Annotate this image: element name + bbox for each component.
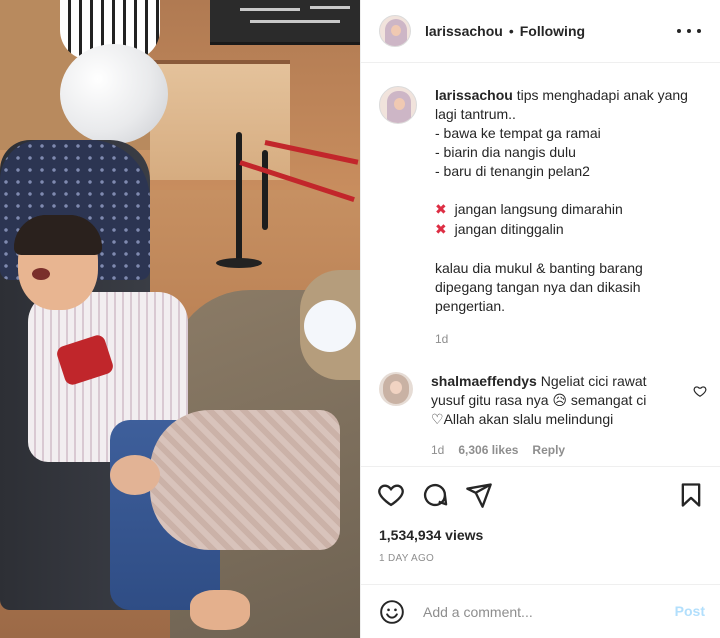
comment-item: shalmaeffendys Ngeliat cici rawat yusuf … xyxy=(379,372,709,460)
comment-icon[interactable] xyxy=(421,481,449,509)
caption-line: - bawa ke tempat ga ramai xyxy=(435,125,601,141)
caption-line: tips menghadapi anak yang xyxy=(516,87,688,103)
view-count[interactable]: 1,534,934 views xyxy=(379,527,483,543)
mother-sleeve xyxy=(150,410,340,550)
post-comment-button[interactable]: Post xyxy=(675,603,705,619)
post-video[interactable] xyxy=(0,0,360,638)
share-icon[interactable] xyxy=(465,481,493,509)
comment-like-heart-icon[interactable] xyxy=(693,384,707,398)
child-hair-top xyxy=(14,215,102,255)
sad-emoji: 😥 xyxy=(552,392,568,408)
header-username[interactable]: larissachou xyxy=(425,23,503,39)
caption-avatar[interactable] xyxy=(379,86,417,124)
commenter-username[interactable]: shalmaeffendys xyxy=(431,373,537,389)
following-button[interactable]: Following xyxy=(520,23,585,39)
comment-line: Ngeliat cici rawat xyxy=(540,373,647,389)
heart-icon[interactable] xyxy=(377,481,405,509)
caption-line: pengertian. xyxy=(435,298,506,314)
cross-icon: ✖ xyxy=(435,222,447,238)
comment-line: yusuf gitu rasa nya xyxy=(431,392,549,408)
post-sidebar: larissachou • Following larissachou tips… xyxy=(360,0,720,638)
counter xyxy=(150,60,290,180)
barrier-base xyxy=(216,258,262,268)
separator-dot: • xyxy=(508,23,514,39)
caption-age[interactable]: 1d xyxy=(435,330,705,349)
cross-icon: ✖ xyxy=(435,202,447,218)
comment-line: semangat ci xyxy=(570,392,647,408)
post-timestamp[interactable]: 1 DAY AGO xyxy=(379,553,434,564)
commenter-avatar[interactable] xyxy=(379,372,413,406)
bookmark-icon[interactable] xyxy=(677,481,705,509)
crying-mouth xyxy=(32,268,50,280)
barrier-pole xyxy=(262,150,268,230)
post-actions: 1,534,934 views 1 DAY AGO xyxy=(361,466,720,584)
comments-section: larissachou tips menghadapi anak yang la… xyxy=(361,64,720,466)
more-horizontal-icon[interactable] xyxy=(677,22,701,40)
comment-age[interactable]: 1d xyxy=(431,441,444,460)
caption-line: kalau dia mukul & banting barang xyxy=(435,260,643,276)
add-comment-input[interactable] xyxy=(423,603,653,620)
child-foot xyxy=(190,590,250,630)
caption-line: - baru di tenangin pelan2 xyxy=(435,163,590,179)
caption-dont: jangan langsung dimarahin xyxy=(454,201,623,217)
barrier-pole xyxy=(236,132,242,262)
reply-button[interactable]: Reply xyxy=(532,441,565,460)
caption-line: lagi tantrum.. xyxy=(435,106,516,122)
comment-likes[interactable]: 6,306 likes xyxy=(458,441,518,460)
face-mask xyxy=(304,300,356,352)
post-header: larissachou • Following xyxy=(361,0,720,63)
menu-board xyxy=(210,0,360,45)
smiley-icon[interactable] xyxy=(379,599,405,625)
caption: larissachou tips menghadapi anak yang la… xyxy=(379,86,705,349)
holding-hands xyxy=(110,455,160,495)
caption-line: dipegang tangan nya dan dikasih xyxy=(435,279,641,295)
heart-emoji: ♡ xyxy=(431,411,444,427)
instagram-post: larissachou • Following larissachou tips… xyxy=(0,0,720,638)
caption-dont: jangan ditinggalin xyxy=(454,221,564,237)
caption-username[interactable]: larissachou xyxy=(435,87,513,103)
caption-line: - biarin dia nangis dulu xyxy=(435,144,576,160)
comment-line: Allah akan slalu melindungi xyxy=(443,411,614,427)
add-comment-bar: Post xyxy=(361,584,720,638)
white-balloon xyxy=(60,44,168,144)
avatar[interactable] xyxy=(379,15,411,47)
comment-text: shalmaeffendys Ngeliat cici rawat yusuf … xyxy=(431,372,676,460)
comment-meta: 1d 6,306 likes Reply xyxy=(431,441,676,460)
caption-text: larissachou tips menghadapi anak yang la… xyxy=(435,86,705,349)
